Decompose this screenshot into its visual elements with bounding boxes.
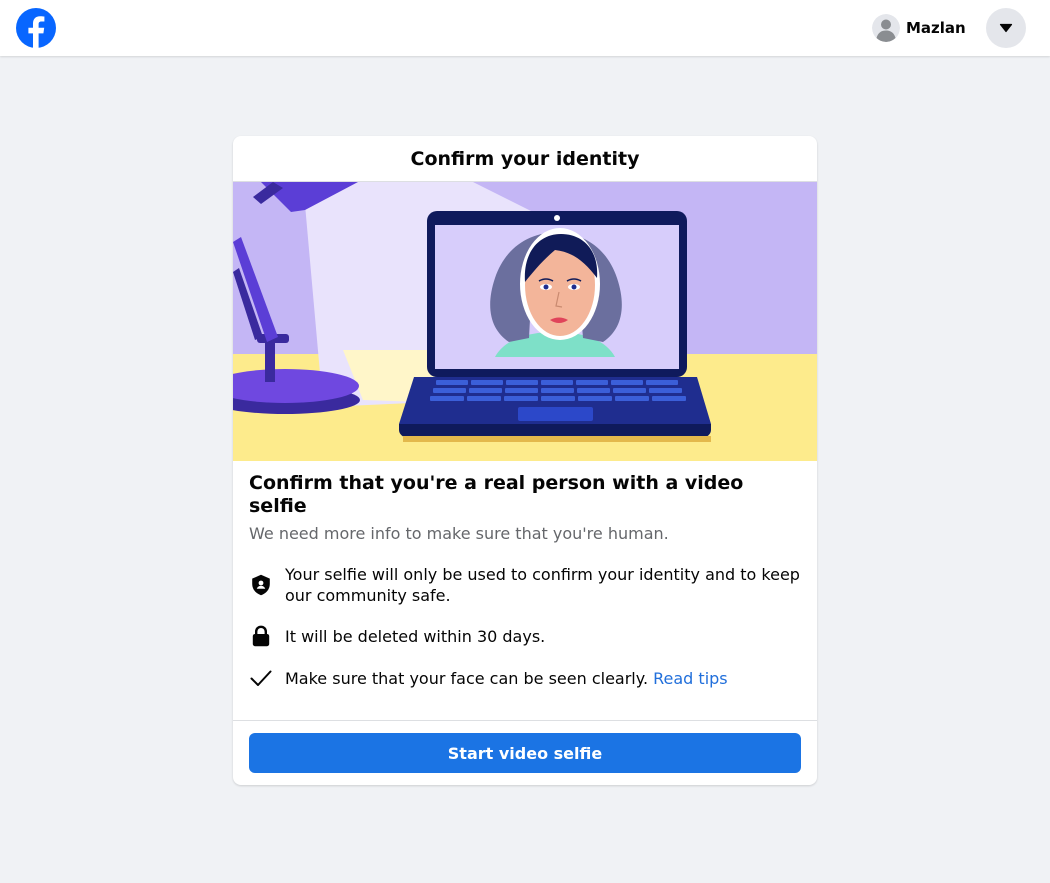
- user-name: Mazlan: [906, 19, 966, 37]
- checkmark-icon: [249, 666, 273, 690]
- list-item-text-main: Make sure that your face can be seen cle…: [285, 668, 649, 688]
- card-content: Confirm that you're a real person with a…: [233, 461, 817, 690]
- facebook-logo-icon[interactable]: [16, 8, 56, 48]
- info-list: Your selfie will only be used to confirm…: [249, 564, 801, 690]
- top-navigation-bar: Mazlan: [0, 0, 1050, 56]
- list-item-text: Make sure that your face can be seen cle…: [285, 668, 728, 689]
- account-menu-button[interactable]: [986, 8, 1026, 48]
- read-tips-link[interactable]: Read tips: [653, 669, 728, 688]
- list-item: Make sure that your face can be seen cle…: [249, 666, 801, 690]
- identity-confirmation-card: Confirm your identity Confirm that you'r…: [233, 136, 817, 785]
- subtext: We need more info to make sure that you'…: [249, 524, 669, 543]
- avatar: [872, 14, 900, 42]
- list-item: It will be deleted within 30 days.: [249, 624, 801, 648]
- list-item-text: It will be deleted within 30 days.: [285, 626, 546, 646]
- list-item: Your selfie will only be used to confirm…: [249, 564, 801, 606]
- card-title: Confirm your identity: [233, 136, 817, 182]
- shield-user-icon: [249, 573, 273, 597]
- start-video-selfie-button[interactable]: Start video selfie: [249, 733, 801, 773]
- headline: Confirm that you're a real person with a…: [249, 472, 744, 517]
- laptop-video-selfie-illustration: [233, 182, 817, 461]
- caret-down-icon: [999, 23, 1013, 33]
- list-item-text: Your selfie will only be used to confirm…: [285, 565, 800, 605]
- lock-icon: [249, 624, 273, 648]
- user-profile-link[interactable]: Mazlan: [872, 14, 966, 42]
- card-footer: Start video selfie: [233, 720, 817, 785]
